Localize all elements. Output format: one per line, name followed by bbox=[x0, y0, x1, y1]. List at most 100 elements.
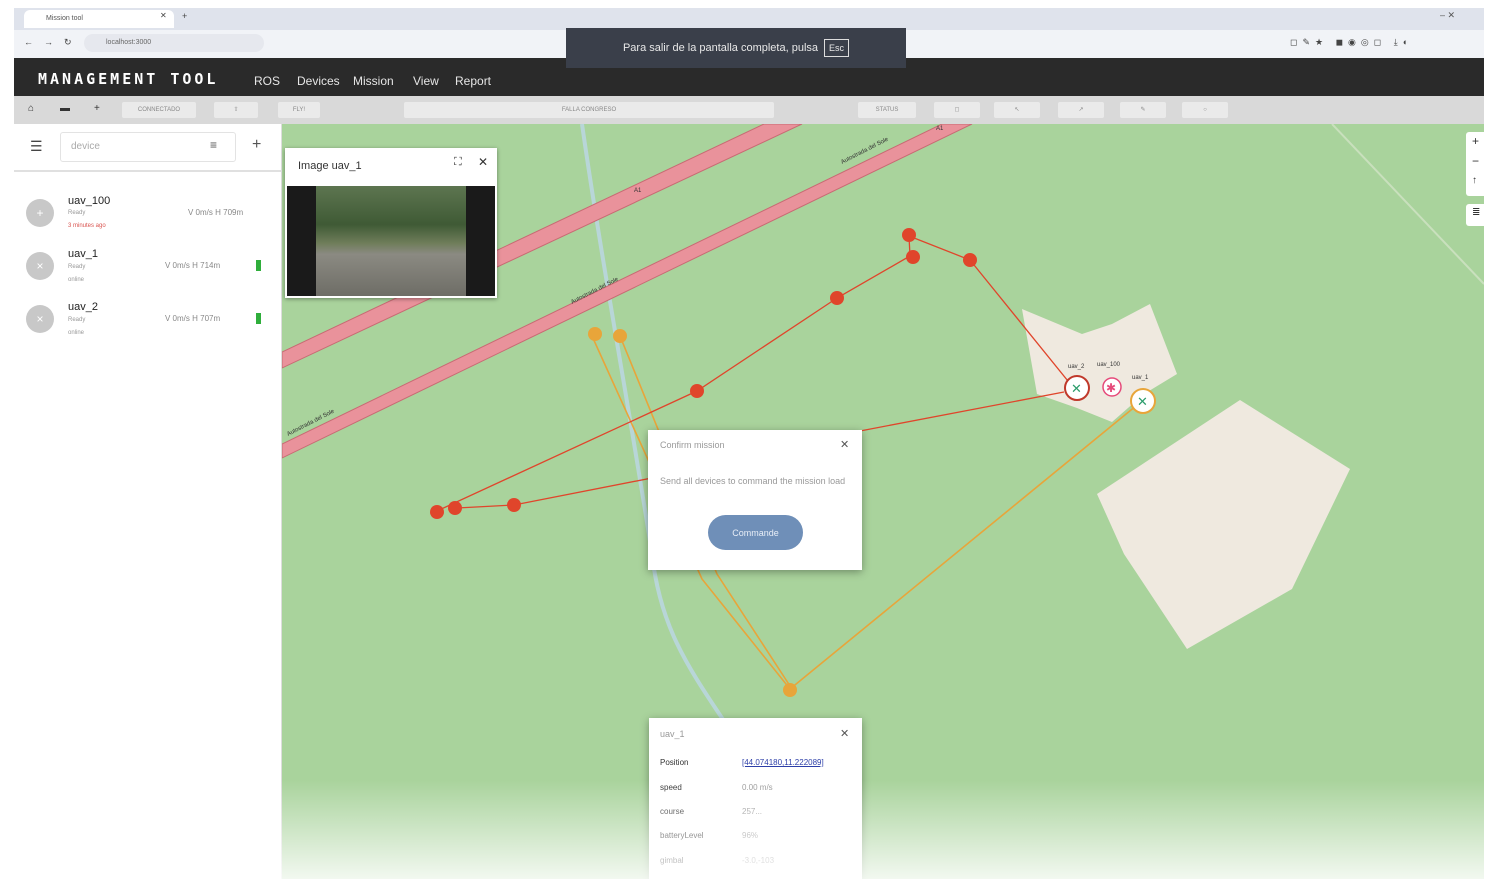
menu-view[interactable]: View bbox=[413, 74, 439, 88]
battery-icon bbox=[256, 260, 261, 271]
back-icon[interactable]: ← bbox=[24, 37, 33, 47]
popup-close-icon[interactable]: ✕ bbox=[840, 727, 849, 740]
device-time: 3 minutes ago bbox=[68, 223, 106, 229]
image-panel-title: Image uav_1 bbox=[298, 160, 362, 172]
menu-ros[interactable]: ROS bbox=[254, 74, 280, 88]
command-button[interactable]: Commande bbox=[708, 515, 803, 550]
camera-image bbox=[316, 186, 466, 296]
waypoint-marker bbox=[613, 329, 627, 343]
device-status: Ready bbox=[68, 264, 86, 270]
info-value: 0.00 m/s bbox=[742, 783, 773, 792]
info-key: Position bbox=[660, 758, 689, 767]
waypoint-marker bbox=[430, 505, 444, 519]
pencil-button[interactable]: ✎ bbox=[1120, 102, 1166, 118]
device-vh: V 0m/s H 709m bbox=[188, 208, 244, 217]
circle-button[interactable]: ○ bbox=[1182, 102, 1228, 118]
info-key: course bbox=[660, 807, 685, 816]
info-key: speed bbox=[660, 783, 682, 792]
position-link[interactable]: [44.074180,11.222089] bbox=[742, 758, 824, 767]
device-avatar: × bbox=[26, 305, 54, 333]
info-key: batteryLevel bbox=[660, 831, 704, 840]
pointer-button[interactable]: ↖ bbox=[994, 102, 1040, 118]
fly-button[interactable]: FLY! bbox=[278, 102, 320, 118]
uav-icon: ✱ bbox=[1106, 381, 1116, 395]
menu-report[interactable]: Report bbox=[455, 74, 491, 88]
uav-label: uav_2 bbox=[1068, 364, 1085, 370]
road-shield: A1 bbox=[634, 188, 642, 194]
fullscreen-icon[interactable]: ⛶ bbox=[454, 156, 462, 169]
uav-label: uav_1 bbox=[1132, 375, 1149, 381]
uav-icon: ✕ bbox=[1137, 395, 1148, 410]
device-status: Ready bbox=[68, 317, 86, 323]
connected-button[interactable]: CONNECTADO bbox=[122, 102, 196, 118]
popup-title: uav_1 bbox=[660, 729, 685, 739]
info-value: 96% bbox=[742, 831, 759, 840]
waypoint-marker bbox=[902, 228, 916, 242]
waypoint-marker bbox=[448, 501, 462, 515]
dialog-title: Confirm mission bbox=[660, 440, 725, 450]
new-tab-icon[interactable]: + bbox=[182, 11, 187, 21]
device-name[interactable]: uav_1 bbox=[68, 248, 98, 260]
waypoint-marker bbox=[963, 253, 977, 267]
status-text-field: FALLA CONGRESO bbox=[404, 102, 774, 118]
dialog-text: Send all devices to command the mission … bbox=[660, 476, 846, 486]
field-area bbox=[1097, 400, 1350, 649]
status-button[interactable]: STATUS bbox=[858, 102, 916, 118]
folder-icon[interactable]: ▬ bbox=[60, 103, 70, 114]
forward-icon[interactable]: → bbox=[44, 37, 53, 47]
device-vh: V 0m/s H 707m bbox=[165, 314, 221, 323]
uav-icon: ✕ bbox=[1071, 382, 1082, 397]
extension-icons[interactable]: ◻✎★ ◼◉◎◻ ⤓◐ bbox=[1290, 37, 1413, 48]
dialog-close-icon[interactable]: ✕ bbox=[840, 438, 849, 451]
waypoint-marker bbox=[906, 250, 920, 264]
upload-button[interactable]: ⇧ bbox=[214, 102, 258, 118]
info-key: gimbal bbox=[660, 856, 684, 865]
device-avatar: × bbox=[26, 252, 54, 280]
device-time: online bbox=[68, 330, 85, 336]
address-bar[interactable]: localhost:3000 bbox=[84, 34, 264, 52]
zoom-out-icon[interactable]: − bbox=[1472, 154, 1479, 168]
device-sidebar bbox=[14, 124, 282, 879]
app-title: MANAGEMENT TOOL bbox=[38, 70, 219, 88]
zoom-in-icon[interactable]: + bbox=[1472, 134, 1479, 148]
tab-title: Mission tool bbox=[46, 15, 83, 22]
browser-tab[interactable]: Mission tool bbox=[24, 10, 174, 28]
uav-info-popup bbox=[649, 718, 862, 879]
add-icon[interactable]: + bbox=[94, 103, 100, 114]
window-controls-icon[interactable]: – ✕ bbox=[1440, 10, 1455, 21]
uav-label: uav_100 bbox=[1097, 362, 1121, 368]
menu-mission[interactable]: Mission bbox=[353, 74, 394, 88]
device-vh: V 0m/s H 714m bbox=[165, 261, 221, 270]
fullscreen-notice: Para salir de la pantalla completa, puls… bbox=[622, 42, 819, 54]
compass-icon[interactable]: ↑ bbox=[1472, 175, 1477, 186]
waypoint-marker bbox=[588, 327, 602, 341]
waypoint-marker bbox=[507, 498, 521, 512]
close-icon[interactable]: ✕ bbox=[478, 155, 488, 169]
device-avatar: + bbox=[26, 199, 54, 227]
list-icon[interactable]: ☰ bbox=[30, 138, 43, 155]
info-value: -3.0,-103 bbox=[742, 856, 775, 865]
waypoint-marker bbox=[690, 384, 704, 398]
url-text: localhost:3000 bbox=[106, 39, 152, 46]
filter-icon[interactable]: ≡ bbox=[210, 138, 217, 152]
battery-icon bbox=[256, 313, 261, 324]
device-time: online bbox=[68, 277, 85, 283]
waypoint-marker bbox=[830, 291, 844, 305]
waypoint-marker bbox=[783, 683, 797, 697]
footpath bbox=[1331, 124, 1484, 285]
fullscreen-toast: Para salir de la pantalla completa, puls… bbox=[566, 28, 906, 68]
arrow-button[interactable]: ↗ bbox=[1058, 102, 1104, 118]
reload-icon[interactable]: ↻ bbox=[64, 37, 72, 48]
info-value: 257... bbox=[742, 807, 763, 816]
device-name[interactable]: uav_2 bbox=[68, 301, 98, 313]
road-shield: A1 bbox=[936, 126, 944, 132]
layers-icon[interactable]: ≣ bbox=[1472, 207, 1480, 218]
home-icon[interactable]: ⌂ bbox=[28, 103, 34, 114]
add-device-icon[interactable]: + bbox=[252, 136, 261, 154]
window-button[interactable]: ◻ bbox=[934, 102, 980, 118]
browser-tab-strip bbox=[14, 8, 1484, 30]
device-name[interactable]: uav_100 bbox=[68, 195, 110, 207]
tab-close-icon[interactable]: ✕ bbox=[160, 11, 167, 20]
device-status: Ready bbox=[68, 210, 86, 216]
menu-devices[interactable]: Devices bbox=[297, 74, 340, 88]
